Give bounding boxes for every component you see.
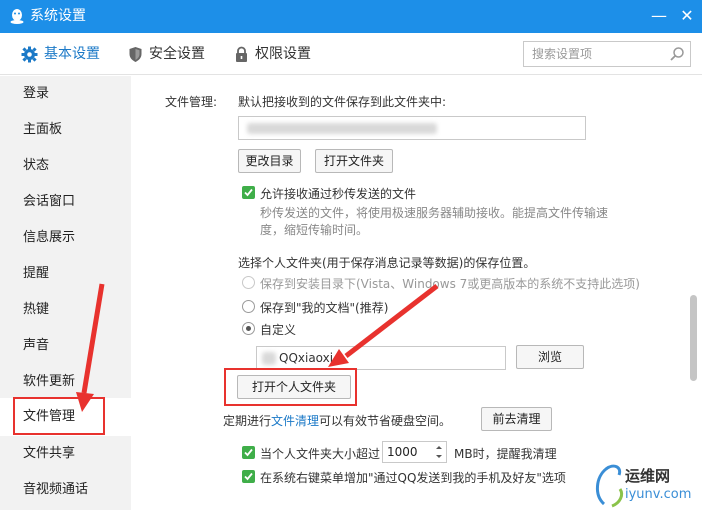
checkmark-icon [244,472,253,481]
go-cleanup-button[interactable]: 前去清理 [481,407,552,431]
open-folder-button[interactable]: 打开文件夹 [315,149,393,173]
stepper-down-icon[interactable] [434,452,444,461]
watermark-text-cn: 运维网 [625,467,671,485]
size-threshold-value: 1000 [387,445,418,459]
search-icon[interactable] [669,46,685,62]
sidebar-item-software-update[interactable]: 软件更新 [0,364,131,400]
cleanup-text-after: 可以有效节省硬盘空间。 [319,414,452,428]
custom-path-field[interactable]: QQxiaoxi [256,346,506,370]
file-cleanup-link[interactable]: 文件清理 [271,414,319,428]
option-my-documents-label: 保存到"我的文档"(推荐) [260,301,389,315]
checkmark-icon [244,448,253,457]
sidebar-item-hotkeys[interactable]: 热键 [0,292,131,328]
search-input[interactable] [524,42,660,66]
minimize-button[interactable]: — [646,4,672,28]
annotation-box-file-management [13,397,105,435]
section-label: 文件管理: [165,95,218,109]
save-path-field[interactable] [238,116,586,140]
redacted-path-prefix [262,352,276,365]
sidebar-item-info-display[interactable]: 信息展示 [0,220,131,256]
change-directory-button[interactable]: 更改目录 [238,149,301,173]
sidebar-item-main-panel[interactable]: 主面板 [0,112,131,148]
lock-icon [236,46,247,62]
redacted-path [247,123,437,134]
stepper-up-icon[interactable] [434,443,444,452]
watermark-text-en: iyunv.com [625,487,692,502]
option-install-dir-label: 保存到安装目录下(Vista、Windows 7或更高版本的系统不支持此选项) [260,277,640,291]
cleanup-hint: 定期进行文件清理可以有效节省硬盘空间。 [223,412,451,429]
window-title: 系统设置 [30,8,86,24]
size-threshold-stepper[interactable]: 1000 [382,441,447,463]
size-warning-label-before: 当个人文件夹大小超过 [260,447,381,461]
flash-transfer-description-cont: 度，缩短传输时间。 [260,223,369,237]
iyunv-watermark-logo: 运维网 iyunv.com [592,459,702,510]
option-custom-label: 自定义 [260,323,297,337]
radio-save-install-dir[interactable] [242,276,255,289]
annotation-box-open-personal-folder [224,368,357,406]
save-path-label: 默认把接收到的文件保存到此文件夹中: [238,95,447,109]
shield-icon [129,46,142,62]
tab-label: 权限设置 [255,46,311,62]
settings-sidebar: 登录 主面板 状态 会话窗口 信息展示 提醒 热键 声音 软件更新 文件管理 文… [0,76,131,510]
context-menu-label: 在系统右键菜单增加"通过QQ发送到我的手机及好友"选项 [260,471,566,485]
content-scrollbar[interactable] [690,295,697,381]
qq-penguin-icon [10,9,24,24]
sidebar-item-chat-window[interactable]: 会话窗口 [0,184,131,220]
sidebar-item-av-call[interactable]: 音视频通话 [0,472,131,508]
title-bar: 系统设置 — ✕ [0,0,702,33]
gear-icon [21,46,38,62]
settings-tabs: 基本设置 安全设置 权限设置 [0,33,702,75]
radio-save-my-documents[interactable] [242,300,255,313]
search-box [523,41,691,67]
cleanup-text-before: 定期进行 [223,414,272,428]
sidebar-item-file-sharing[interactable]: 文件共享 [0,436,131,472]
file-management-panel: 文件管理: 默认把接收到的文件保存到此文件夹中: 更改目录 打开文件夹 允许接收… [131,76,702,510]
sidebar-item-login[interactable]: 登录 [0,76,131,112]
radio-custom-location[interactable] [242,322,255,335]
tab-permission-settings[interactable]: 权限设置 [234,44,311,64]
custom-path-text: QQxiaoxi [279,351,334,365]
tab-label: 基本设置 [44,46,100,62]
allow-flash-transfer-label: 允许接收通过秒传发送的文件 [260,187,417,201]
sidebar-item-reminders[interactable]: 提醒 [0,256,131,292]
context-menu-checkbox[interactable] [242,470,255,483]
size-warning-label-after: MB时，提醒我清理 [454,447,557,461]
allow-flash-transfer-checkbox[interactable] [242,186,255,199]
browse-button[interactable]: 浏览 [516,345,584,369]
tab-security-settings[interactable]: 安全设置 [128,44,205,64]
sidebar-item-sound[interactable]: 声音 [0,328,131,364]
tab-label: 安全设置 [149,46,205,62]
size-warning-checkbox[interactable] [242,446,255,459]
sidebar-item-status[interactable]: 状态 [0,148,131,184]
close-button[interactable]: ✕ [674,4,700,28]
checkmark-icon [244,188,253,197]
tab-basic-settings[interactable]: 基本设置 [21,44,100,64]
personal-folder-prompt: 选择个人文件夹(用于保存消息记录等数据)的保存位置。 [238,256,536,270]
